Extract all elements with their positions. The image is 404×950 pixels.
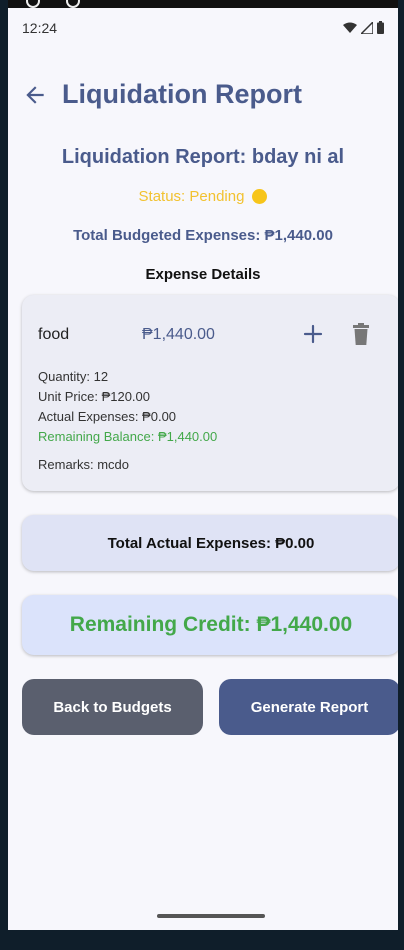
expense-card: food ₱1,440.00 Quantity: 12 Unit Price: …: [22, 295, 398, 491]
status-time: 12:24: [22, 20, 58, 36]
signal-icon: [361, 21, 373, 34]
status-bar: 12:24: [8, 16, 398, 40]
total-budgeted-expenses: Total Budgeted Expenses: ₱1,440.00: [73, 227, 333, 244]
page-title: Liquidation Report: [62, 79, 302, 109]
remaining-balance-text: Remaining Balance: ₱1,440.00: [38, 429, 218, 444]
plus-icon[interactable]: [302, 323, 324, 345]
unit-price-text: Unit Price: ₱120.00: [38, 389, 151, 404]
quantity-text: Quantity: 12: [38, 369, 109, 384]
status-dot-icon: [252, 189, 268, 204]
expense-amount: ₱1,440.00: [142, 326, 215, 343]
actual-expenses-text: Actual Expenses: ₱0.00: [38, 409, 177, 424]
notification-icon: [66, 0, 80, 8]
total-actual-expenses: Total Actual Expenses: ₱0.00: [22, 515, 398, 571]
notification-icon: [26, 0, 40, 8]
status-text: Status: Pending: [138, 188, 245, 205]
back-to-budgets-button[interactable]: Back to Budgets: [22, 679, 203, 735]
remaining-credit: Remaining Credit: ₱1,440.00: [22, 595, 398, 655]
app-bar: Liquidation Report: [8, 70, 398, 122]
wifi-icon: [343, 22, 357, 33]
expense-details: Quantity: 12 Unit Price: ₱120.00 Actual …: [38, 367, 217, 447]
system-icons: [343, 21, 384, 34]
expense-name: food: [38, 326, 70, 343]
home-indicator[interactable]: [157, 914, 265, 918]
generate-report-button[interactable]: Generate Report: [219, 679, 398, 735]
battery-icon: [377, 21, 384, 34]
notification-strip: [8, 0, 398, 8]
remarks-text: Remarks: mcdo: [38, 457, 130, 472]
trash-icon[interactable]: [352, 323, 370, 345]
screen: 12:24 Liquidation Report Liquidation Rep…: [8, 0, 398, 930]
status-row: Status: Pending: [8, 188, 398, 205]
back-arrow-icon[interactable]: [22, 82, 48, 108]
report-title: Liquidation Report: bday ni al: [61, 146, 345, 168]
expense-details-heading: Expense Details: [145, 266, 261, 283]
